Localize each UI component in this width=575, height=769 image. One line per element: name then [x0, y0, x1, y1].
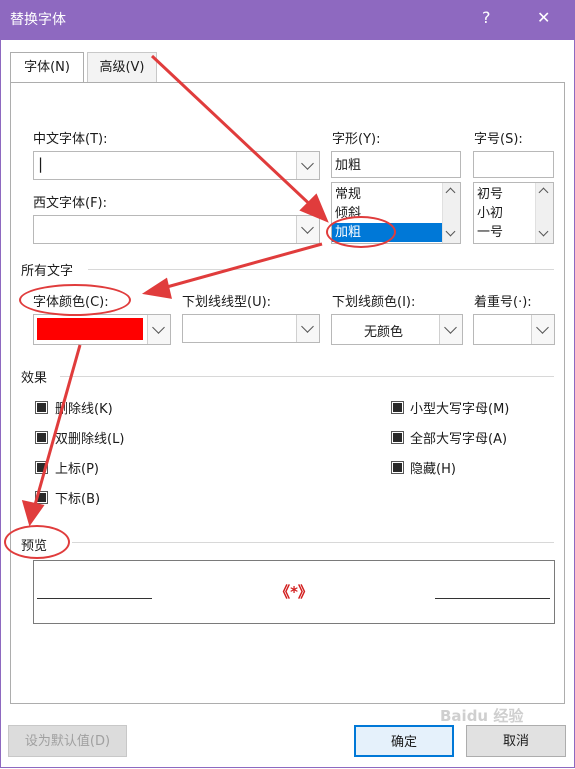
- annotation-arrow-head: [21, 499, 45, 527]
- annotation-arrows: [21, 54, 329, 527]
- annotation-arrow-line: [155, 242, 323, 292]
- annotation-arrow-head: [141, 277, 172, 299]
- annotation-arrow-line: [150, 54, 320, 214]
- annotation-arrow-line: [31, 344, 82, 513]
